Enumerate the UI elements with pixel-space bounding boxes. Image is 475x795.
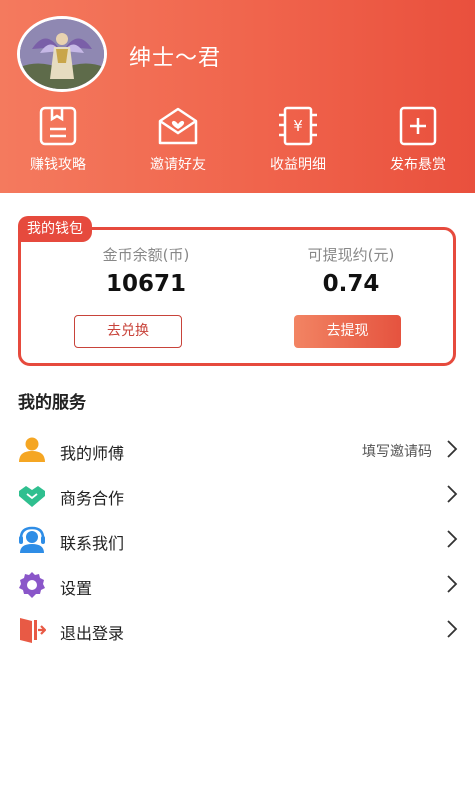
service-item-settings[interactable]: 设置 [0, 565, 475, 605]
wallet-tag: 我的钱包 [18, 216, 92, 242]
service-label: 设置 [60, 579, 93, 598]
profile-header: 绅士～君 赚钱攻略 邀请好友 ¥ 收益明细 发布悬赏 [0, 0, 475, 193]
handshake-icon [19, 486, 45, 507]
logout-door-icon [20, 618, 46, 643]
exchange-button[interactable]: 去兑换 [74, 315, 182, 348]
coin-balance-value: 10671 [105, 271, 187, 297]
service-label: 联系我们 [60, 534, 125, 553]
chevron-right-icon [447, 620, 458, 638]
services-title: 我的服务 [18, 393, 86, 413]
quick-action-label: 发布悬赏 [390, 157, 446, 173]
quick-action-post-bounty[interactable]: 发布悬赏 [363, 100, 473, 174]
quick-action-invite[interactable]: 邀请好友 [123, 100, 233, 174]
svg-text:¥: ¥ [293, 117, 303, 135]
quick-action-label: 收益明细 [270, 157, 326, 173]
withdrawable-amount: 可提现约(元) 0.74 [251, 244, 451, 297]
chevron-right-icon [447, 485, 458, 503]
service-item-contact[interactable]: 联系我们 [0, 520, 475, 560]
quick-action-label: 赚钱攻略 [30, 157, 86, 173]
coin-balance-label: 金币余额(币) [102, 246, 190, 264]
service-label: 商务合作 [60, 489, 125, 508]
withdraw-button[interactable]: 去提现 [294, 315, 401, 348]
service-label: 我的师傅 [60, 444, 125, 463]
chevron-right-icon [447, 575, 458, 593]
invite-code-hint[interactable]: 填写邀请码 [362, 441, 432, 461]
gear-icon [19, 572, 45, 598]
headset-icon [19, 526, 45, 553]
coin-balance: 金币余额(币) 10671 [46, 244, 246, 297]
quick-action-label: 邀请好友 [150, 157, 206, 173]
invite-envelope-icon [158, 107, 198, 145]
yuan-receipt-icon: ¥ [279, 106, 317, 146]
username: 绅士～君 [129, 46, 222, 71]
quick-action-earnings[interactable]: ¥ 收益明细 [243, 100, 353, 174]
plus-box-icon [399, 106, 437, 146]
withdrawable-label: 可提现约(元) [307, 246, 395, 264]
service-item-business[interactable]: 商务合作 [0, 475, 475, 515]
withdrawable-value: 0.74 [322, 271, 380, 297]
person-icon [19, 437, 45, 462]
avatar-image [20, 19, 104, 89]
avatar[interactable] [17, 16, 107, 92]
wallet-card: 金币余额(币) 10671 可提现约(元) 0.74 去兑换 去提现 [18, 227, 456, 366]
chevron-right-icon [447, 440, 458, 458]
guide-book-icon [39, 106, 77, 146]
quick-actions: 赚钱攻略 邀请好友 ¥ 收益明细 发布悬赏 [0, 100, 475, 180]
service-item-my-mentor[interactable]: 我的师傅 填写邀请码 [0, 430, 475, 470]
quick-action-earn-guide[interactable]: 赚钱攻略 [3, 100, 113, 174]
service-label: 退出登录 [60, 624, 125, 643]
service-item-logout[interactable]: 退出登录 [0, 610, 475, 650]
chevron-right-icon [447, 530, 458, 548]
